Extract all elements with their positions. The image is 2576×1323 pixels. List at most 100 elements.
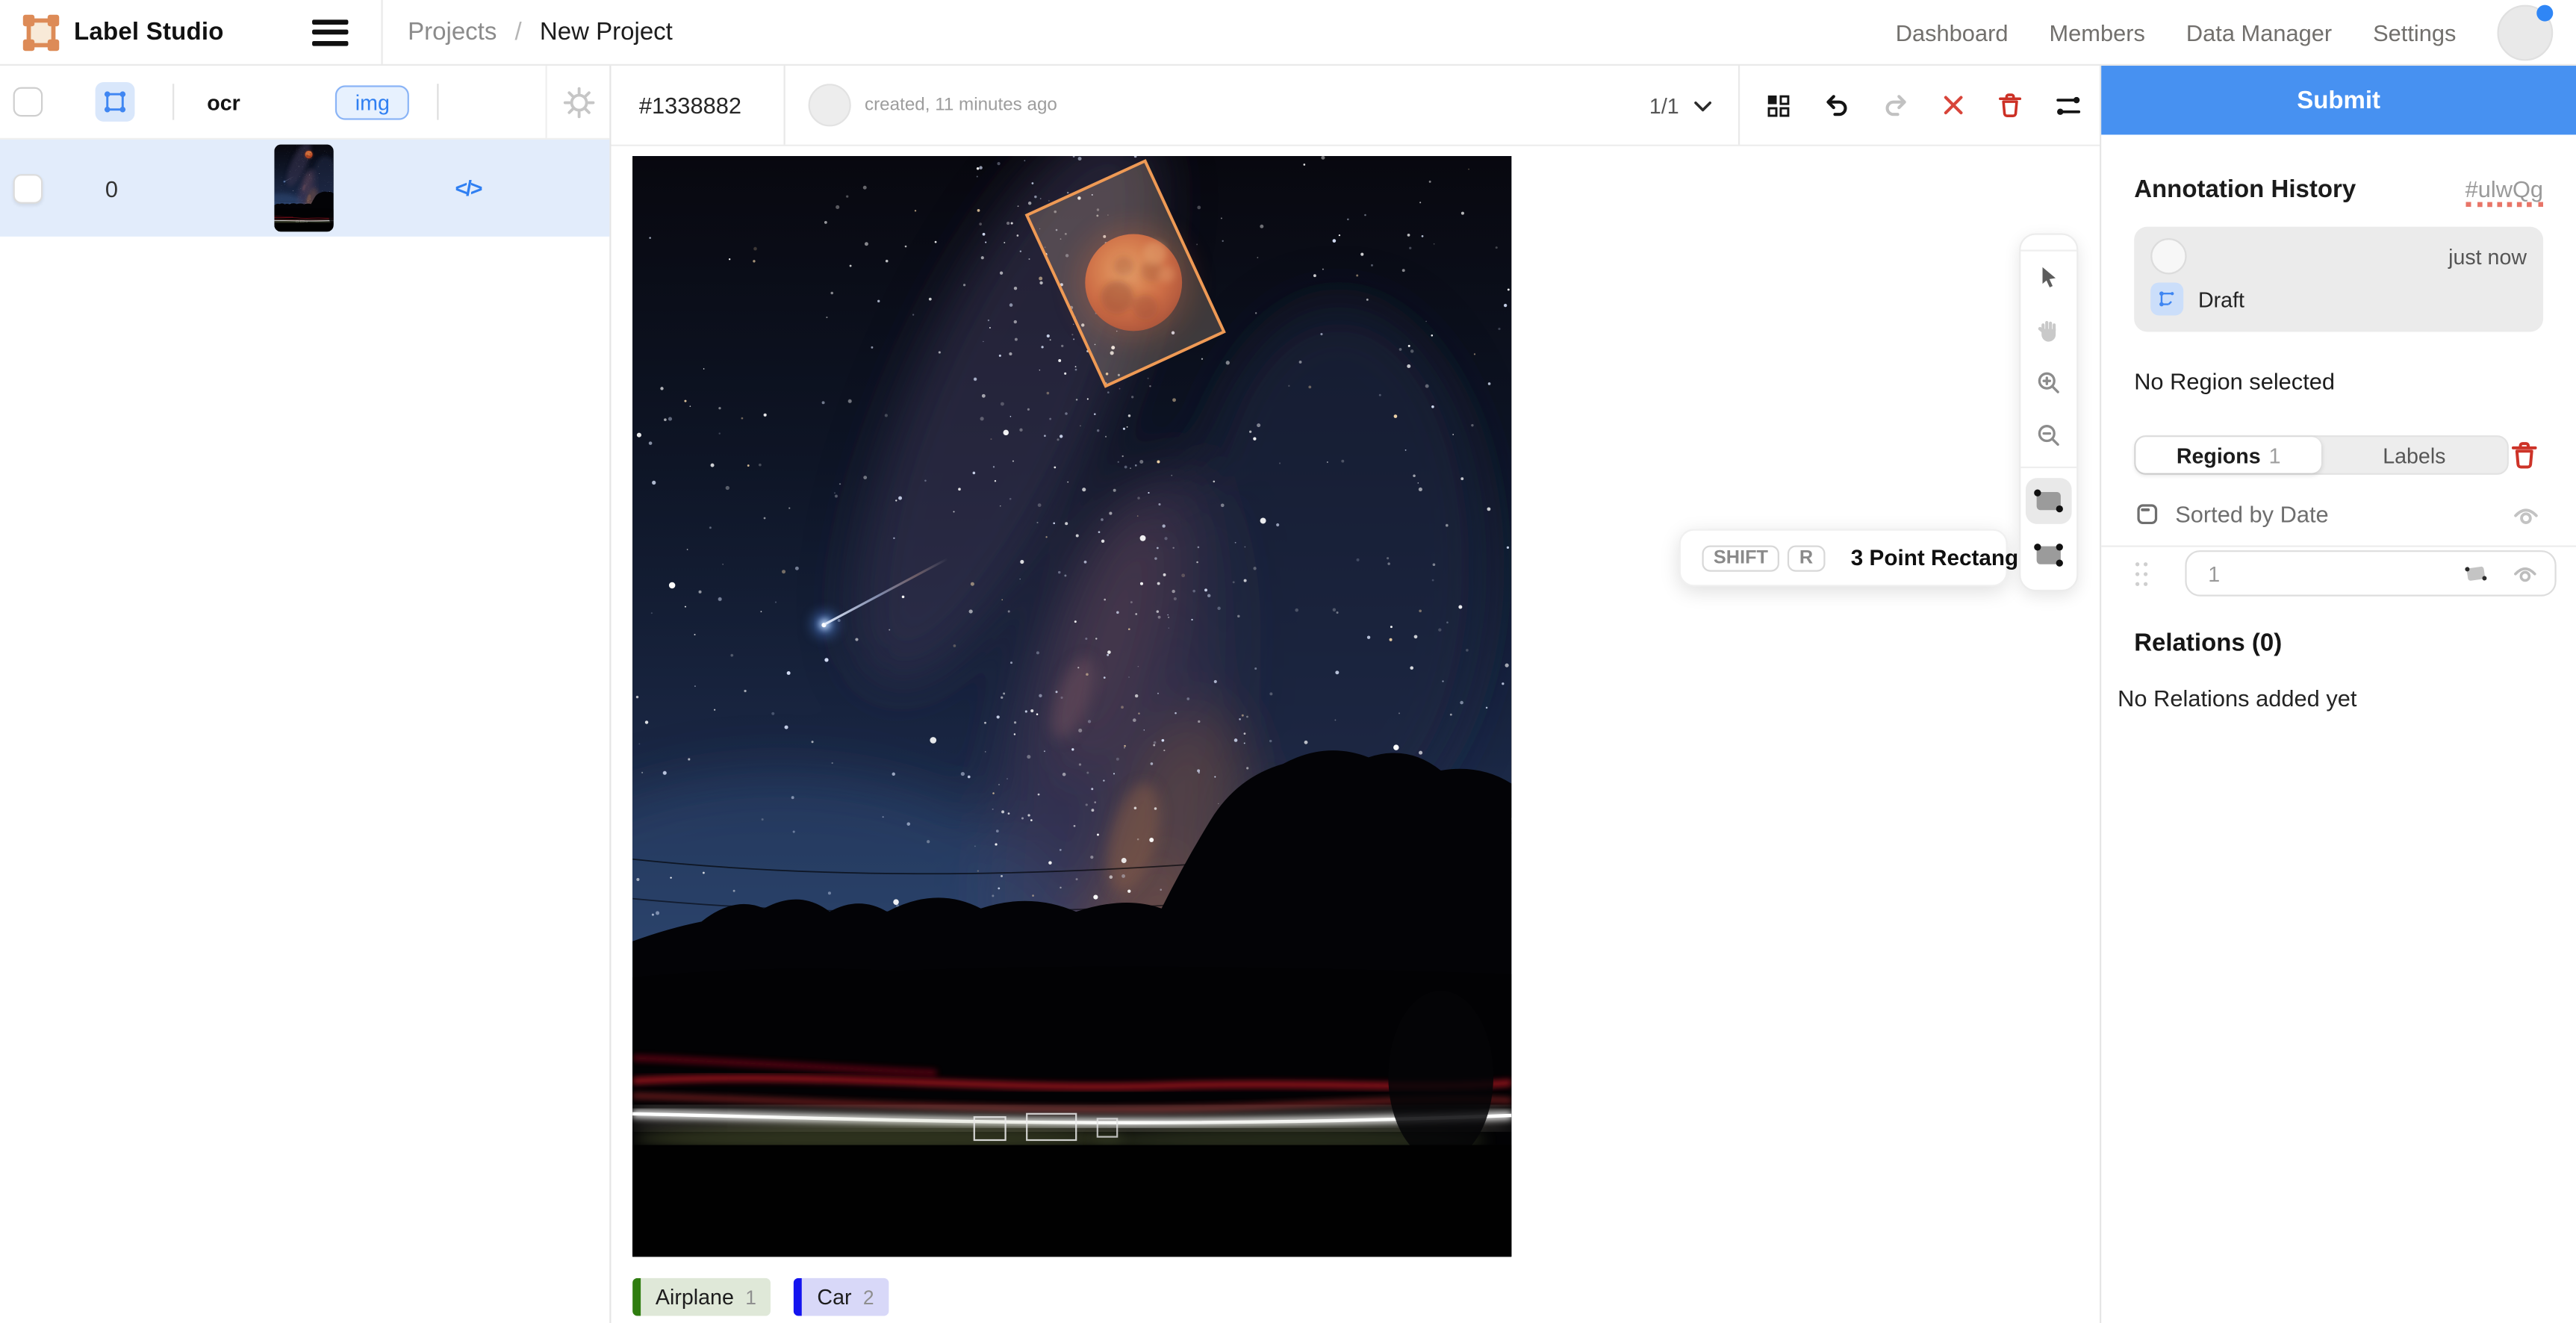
- label-hotkey: 2: [863, 1286, 874, 1309]
- label-name: Car: [817, 1285, 851, 1310]
- view-all-regions-button[interactable]: [1764, 91, 1792, 119]
- rectangle-tool-button[interactable]: [2020, 473, 2076, 528]
- rectangle-region-icon: [2463, 560, 2489, 586]
- region-overlay[interactable]: [632, 156, 1511, 1257]
- annotation-image-canvas[interactable]: [632, 156, 1511, 1257]
- region-item-box[interactable]: 1: [2185, 550, 2556, 597]
- region-list-item-1[interactable]: 1: [2134, 550, 2543, 597]
- label-chip-car[interactable]: Car 2: [794, 1278, 889, 1316]
- regions-count-badge: 1: [2269, 443, 2281, 467]
- delete-regions-button[interactable]: [2509, 438, 2540, 471]
- regions-column-button[interactable]: [96, 82, 135, 122]
- label-color-bar: [632, 1278, 641, 1316]
- tab-regions-label: Regions: [2177, 443, 2261, 467]
- region-drag-handle[interactable]: [2134, 559, 2150, 587]
- relations-title: Relations (0): [2134, 629, 2543, 657]
- app-title: Label Studio: [74, 18, 224, 46]
- cursor-icon: [2034, 263, 2064, 293]
- toolbar-divider: [784, 66, 785, 145]
- pan-tool-button[interactable]: [2020, 304, 2076, 356]
- undo-button[interactable]: [1822, 90, 1852, 120]
- task-toolbar: #1338882 created, 11 minutes ago 1/1: [612, 66, 2100, 146]
- tab-regions[interactable]: Regions 1: [2135, 437, 2321, 473]
- r-key-badge: R: [1788, 544, 1824, 570]
- annotation-pagination[interactable]: 1/1: [1649, 93, 1715, 117]
- task-row-checkbox[interactable]: [13, 173, 43, 203]
- task-list-header: ocr img: [0, 66, 609, 140]
- breadcrumb: Projects / New Project: [408, 18, 673, 46]
- hand-icon: [2034, 315, 2064, 345]
- column-divider: [438, 84, 439, 119]
- draft-rectangle-region[interactable]: [1027, 161, 1224, 386]
- breadcrumb-projects-link[interactable]: Projects: [408, 18, 497, 46]
- settings-sliders-button[interactable]: [2053, 91, 2083, 119]
- column-header-ocr[interactable]: ocr: [207, 90, 240, 114]
- region-id: 1: [2208, 561, 2220, 585]
- history-entry-draft[interactable]: just now Draft: [2134, 227, 2543, 332]
- nav-link-settings[interactable]: Settings: [2373, 19, 2456, 45]
- sliders-icon: [2053, 91, 2083, 119]
- label-chip-airplane[interactable]: Airplane 1: [632, 1278, 771, 1316]
- annotation-id[interactable]: #ulwQg: [2465, 175, 2543, 207]
- history-avatar: [2150, 238, 2186, 274]
- column-divider: [172, 84, 174, 119]
- label-hotkey-bar: Airplane 1 Car 2: [632, 1278, 889, 1316]
- tooltip-label: 3 Point Rectangle: [1851, 545, 2037, 570]
- rectangle-tool-icon: [2031, 482, 2067, 518]
- task-thumbnail[interactable]: [274, 145, 333, 232]
- breadcrumb-separator: /: [515, 18, 522, 46]
- move-tool-button[interactable]: [2020, 252, 2076, 304]
- three-point-rectangle-tool-icon: [2031, 536, 2067, 572]
- task-source-code-icon[interactable]: </>: [455, 175, 481, 200]
- region-visibility-button[interactable]: [2510, 562, 2540, 585]
- zoom-out-icon: [2034, 420, 2064, 450]
- toggle-all-regions-visibility-button[interactable]: [2510, 502, 2542, 526]
- redo-button[interactable]: [1881, 90, 1911, 120]
- chevron-down-icon: [1690, 93, 1715, 117]
- columns-settings-button[interactable]: [545, 66, 609, 138]
- reset-annotation-button[interactable]: [1941, 92, 1967, 118]
- relations-empty-text: No Relations added yet: [2118, 685, 2543, 712]
- nav-link-members[interactable]: Members: [2049, 19, 2144, 45]
- gear-icon: [561, 84, 595, 119]
- three-point-rectangle-tool-button[interactable]: [2020, 527, 2076, 582]
- label-color-bar: [794, 1278, 803, 1316]
- top-nav-links: Dashboard Members Data Manager Settings: [1896, 4, 2553, 60]
- nav-link-dashboard[interactable]: Dashboard: [1896, 19, 2009, 45]
- x-icon: [1941, 92, 1967, 118]
- annotation-history-title: Annotation History: [2134, 175, 2356, 203]
- user-avatar[interactable]: [2497, 4, 2553, 60]
- task-list-sidebar: ocr img 0: [0, 66, 612, 1323]
- grid-icon: [1764, 91, 1792, 119]
- redo-icon: [1881, 90, 1911, 120]
- palette-divider: [2020, 467, 2076, 473]
- label-studio-logo-icon[interactable]: [22, 13, 61, 52]
- toolbar-divider: [1738, 66, 1740, 145]
- sort-by-date-icon[interactable]: [2134, 501, 2160, 527]
- draft-status-icon: [2150, 282, 2183, 315]
- pagination-count: 1/1: [1649, 93, 1679, 117]
- zoom-out-tool-button[interactable]: [2020, 409, 2076, 461]
- task-row-id: 0: [105, 175, 118, 201]
- annotation-side-panel: Submit Annotation History #ulwQg just no…: [2100, 66, 2576, 1323]
- annotation-workspace: #1338882 created, 11 minutes ago 1/1: [612, 66, 2100, 1323]
- sort-by-date-label[interactable]: Sorted by Date: [2175, 501, 2328, 527]
- nav-divider: [382, 0, 383, 65]
- region-list-divider: [2101, 545, 2576, 547]
- task-row-0[interactable]: 0 </>: [0, 140, 609, 237]
- annotation-created-label: created, 11 minutes ago: [865, 96, 1057, 115]
- column-type-chip-img[interactable]: img: [335, 84, 409, 119]
- trash-icon: [2509, 438, 2540, 471]
- hamburger-menu-button[interactable]: [313, 19, 349, 45]
- tab-labels[interactable]: Labels: [2321, 437, 2507, 473]
- zoom-in-tool-button[interactable]: [2020, 356, 2076, 408]
- select-all-checkbox[interactable]: [13, 87, 43, 117]
- label-hotkey: 1: [745, 1286, 756, 1309]
- delete-annotation-button[interactable]: [1996, 90, 2023, 120]
- nav-link-data-manager[interactable]: Data Manager: [2186, 19, 2332, 45]
- submit-button[interactable]: Submit: [2101, 66, 2576, 134]
- regions-sort-row: Sorted by Date: [2134, 501, 2543, 527]
- bounding-box-icon: [102, 89, 128, 115]
- palette-drag-handle[interactable]: [2020, 235, 2076, 252]
- task-id: #1338882: [639, 92, 741, 118]
